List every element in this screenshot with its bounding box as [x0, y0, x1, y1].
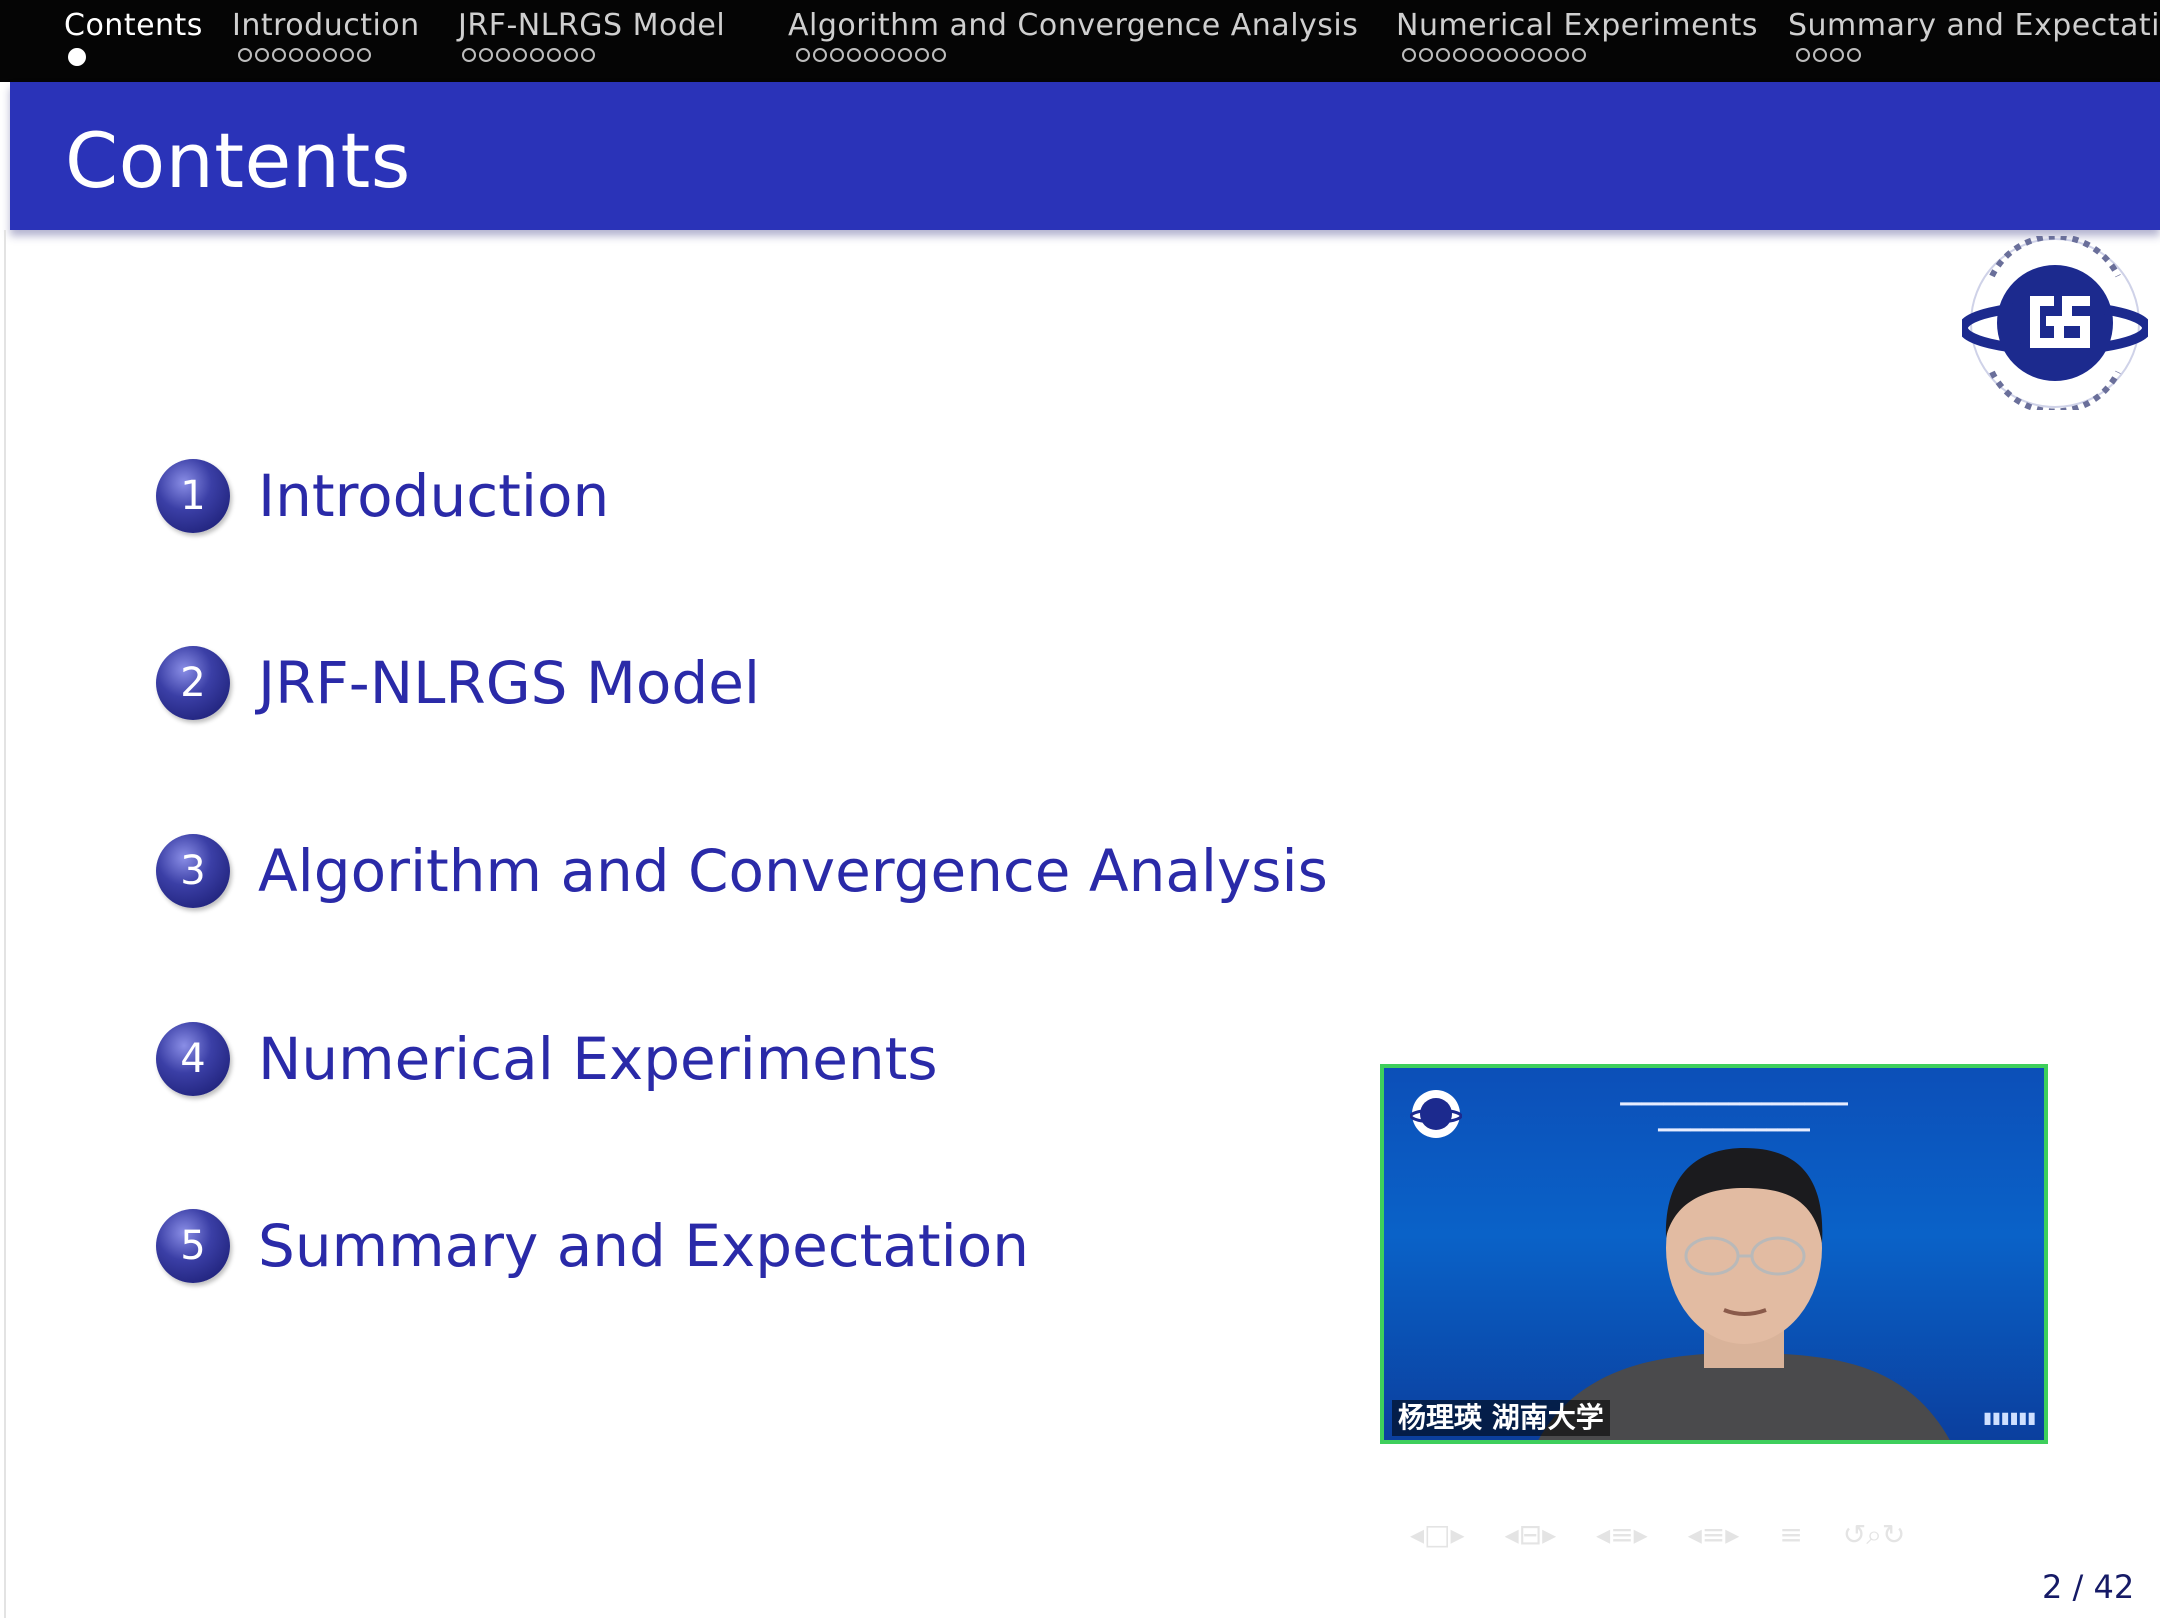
nav-section-experiments[interactable]: Numerical Experiments — [1396, 8, 1758, 43]
nav-dot[interactable] — [847, 48, 861, 62]
nav-section-contents[interactable]: Contents — [64, 8, 203, 43]
nav-doc-icon[interactable]: ≡ — [1779, 1518, 1802, 1552]
nav-dot[interactable] — [1572, 48, 1586, 62]
nav-dot[interactable] — [479, 48, 493, 62]
nav-dot[interactable] — [1830, 48, 1844, 62]
nav-dot[interactable] — [564, 48, 578, 62]
nav-dot[interactable] — [68, 48, 86, 66]
nav-dot[interactable] — [1796, 48, 1810, 62]
nav-dot[interactable] — [462, 48, 476, 62]
nav-dots-introduction — [238, 48, 371, 68]
nav-dot[interactable] — [881, 48, 895, 62]
nav-dot[interactable] — [864, 48, 878, 62]
nav-dot[interactable] — [357, 48, 371, 62]
nav-dot[interactable] — [1847, 48, 1861, 62]
nav-dot[interactable] — [340, 48, 354, 62]
nav-dot[interactable] — [813, 48, 827, 62]
nav-dot[interactable] — [1538, 48, 1552, 62]
nav-dot[interactable] — [513, 48, 527, 62]
nav-dot[interactable] — [1504, 48, 1518, 62]
nav-dot[interactable] — [1813, 48, 1827, 62]
toc-item-summary[interactable]: 5 Summary and Expectation — [156, 1206, 1029, 1286]
nav-dots-model — [462, 48, 595, 68]
nav-section-algorithm[interactable]: Algorithm and Convergence Analysis — [788, 8, 1358, 43]
toc-item-introduction[interactable]: 1 Introduction — [156, 456, 609, 536]
nav-section-summary[interactable]: Summary and Expectation — [1788, 8, 2160, 43]
nav-frame-icon[interactable]: ◂⊟▸ — [1505, 1518, 1557, 1552]
nav-dot[interactable] — [306, 48, 320, 62]
beamer-navigation-symbols: ◂□▸ ◂⊟▸ ◂≡▸ ◂≡▸ ≡ ↺⌕↻ — [1410, 1518, 1905, 1552]
toc-number-ball: 1 — [156, 459, 230, 533]
toc-item-label: Summary and Expectation — [258, 1212, 1030, 1280]
speaker-webcam[interactable]: ━━━━━━━━━━━━━━━━━━━━━ ━━━━━━━━━━━━━━ 杨理瑛… — [1380, 1064, 2048, 1444]
nav-dot[interactable] — [898, 48, 912, 62]
nav-dot[interactable] — [915, 48, 929, 62]
nav-search-icon[interactable]: ↺⌕↻ — [1843, 1518, 1906, 1552]
nav-dot[interactable] — [530, 48, 544, 62]
toc-number-ball: 5 — [156, 1209, 230, 1283]
nav-dot[interactable] — [581, 48, 595, 62]
nav-dots-contents — [68, 48, 86, 68]
nav-dot[interactable] — [289, 48, 303, 62]
speaker-name-caption: 杨理瑛 湖南大学 — [1392, 1400, 1610, 1436]
nav-dot[interactable] — [496, 48, 510, 62]
nav-dot[interactable] — [830, 48, 844, 62]
toc-number-ball: 4 — [156, 1022, 230, 1096]
nav-dot[interactable] — [1419, 48, 1433, 62]
nav-dot[interactable] — [547, 48, 561, 62]
nav-dot[interactable] — [1521, 48, 1535, 62]
nav-slide-icon[interactable]: ◂□▸ — [1410, 1518, 1465, 1552]
nav-section-introduction[interactable]: Introduction — [232, 8, 420, 43]
nav-dot[interactable] — [323, 48, 337, 62]
toc-number-ball: 2 — [156, 646, 230, 720]
nav-dot[interactable] — [1555, 48, 1569, 62]
nav-dot[interactable] — [796, 48, 810, 62]
nav-dots-summary — [1796, 48, 1861, 68]
nav-section-icon[interactable]: ◂≡▸ — [1688, 1518, 1740, 1552]
toc-item-label: Algorithm and Convergence Analysis — [258, 837, 1328, 905]
nav-dots-experiments — [1402, 48, 1586, 68]
speaker-video-icon — [1538, 1148, 1950, 1440]
section-navigation-bar: Contents Introduction JRF-NLRGS Model Al… — [0, 0, 2160, 82]
nav-dot[interactable] — [1470, 48, 1484, 62]
nav-dot[interactable] — [238, 48, 252, 62]
toc-number-ball: 3 — [156, 834, 230, 908]
toc-item-label: Numerical Experiments — [258, 1025, 938, 1093]
gs-society-logo-icon — [1962, 236, 2148, 410]
toc-item-label: JRF-NLRGS Model — [258, 649, 761, 717]
toc-item-model[interactable]: 2 JRF-NLRGS Model — [156, 643, 760, 723]
nav-dot[interactable] — [1487, 48, 1501, 62]
nav-section-model[interactable]: JRF-NLRGS Model — [458, 8, 725, 43]
nav-dot[interactable] — [1402, 48, 1416, 62]
page-title: Contents — [65, 116, 411, 205]
nav-subsection-icon[interactable]: ◂≡▸ — [1596, 1518, 1648, 1552]
frame-title-bar: Contents — [10, 82, 2160, 230]
toc-item-algorithm[interactable]: 3 Algorithm and Convergence Analysis — [156, 831, 1328, 911]
page-number: 2 / 42 — [2042, 1568, 2135, 1606]
nav-dots-algorithm — [796, 48, 946, 68]
nav-dot[interactable] — [932, 48, 946, 62]
toc-item-experiments[interactable]: 4 Numerical Experiments — [156, 1019, 938, 1099]
toc-item-label: Introduction — [258, 462, 610, 530]
webcam-watermark: ▮▮▮▮▮▮ — [1983, 1408, 2036, 1427]
nav-dot[interactable] — [272, 48, 286, 62]
nav-dot[interactable] — [1436, 48, 1450, 62]
gs-society-logo-icon — [1410, 1090, 1462, 1138]
nav-dot[interactable] — [1453, 48, 1467, 62]
slide-left-border — [4, 230, 6, 1618]
nav-dot[interactable] — [255, 48, 269, 62]
